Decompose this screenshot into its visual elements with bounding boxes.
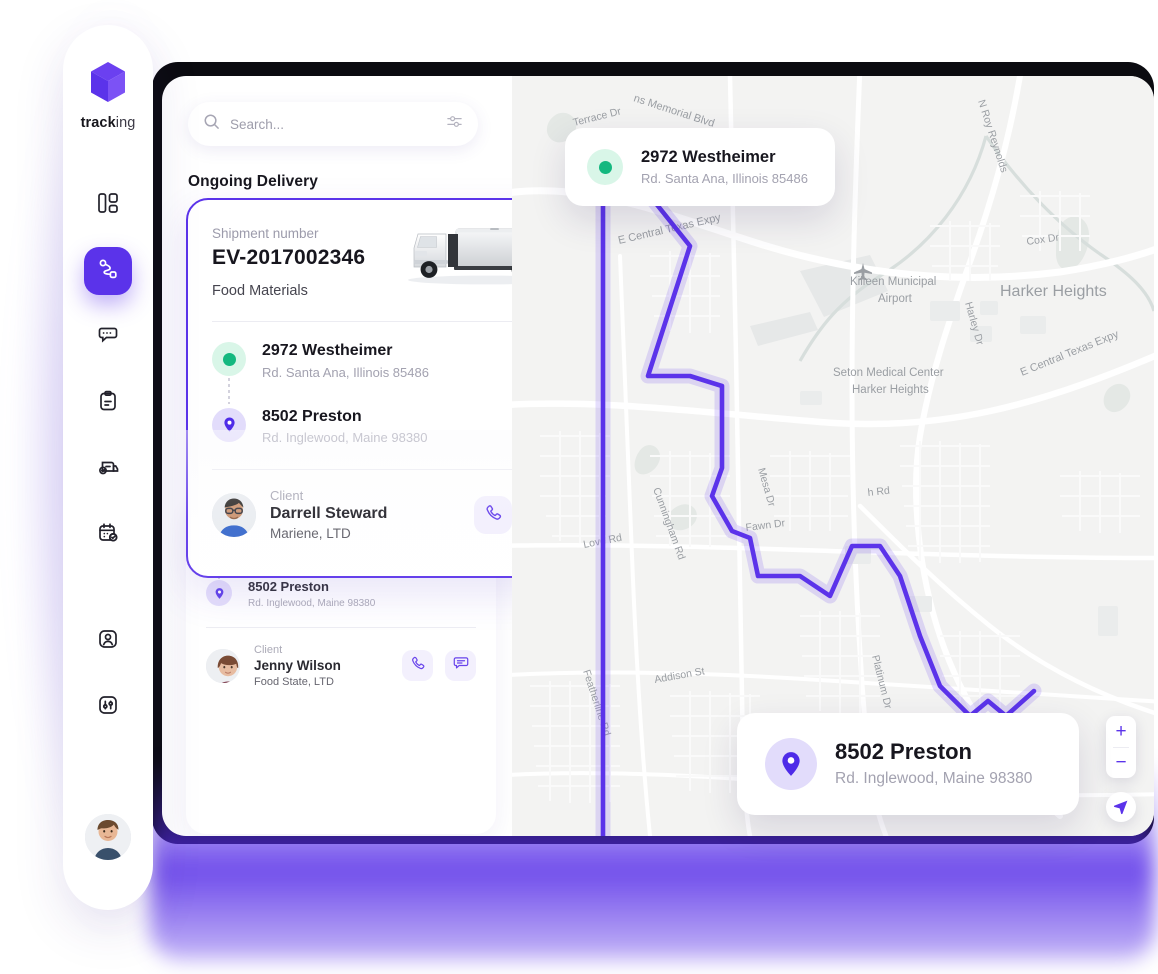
client-meta: Client Jenny Wilson Food State, LTD (254, 644, 341, 688)
delivery-card-active[interactable]: Shipment number EV-2017002346 Food Mater… (186, 198, 512, 578)
page-title: Ongoing Delivery (188, 173, 318, 190)
destination-name: 8502 Preston (262, 407, 362, 425)
user-card-icon (96, 627, 120, 656)
calendar-check-icon (96, 521, 120, 550)
zoom-out-button[interactable]: − (1106, 748, 1136, 779)
origin-dot (212, 342, 246, 376)
popup-destination-address: Rd. Inglewood, Maine 98380 (835, 770, 1033, 788)
popup-origin-name: 2972 Westheimer (641, 147, 776, 166)
route-stop-origin: 2972 Westheimer Rd. Santa Ana, Illinois … (212, 342, 512, 380)
sidebar-item-tracking[interactable] (84, 247, 132, 295)
sidebar-item-settings[interactable] (84, 683, 132, 731)
locate-button[interactable] (1106, 792, 1136, 822)
route-tracking-icon (96, 257, 120, 286)
map-label: Harker Heights (1000, 283, 1107, 300)
sidebar-nav (84, 181, 132, 731)
route-stop-destination: 8502 Preston Rd. Inglewood, Maine 98380 (212, 407, 512, 446)
sidebar-item-profile[interactable] (84, 617, 132, 665)
sidebar-item-schedule[interactable] (84, 511, 132, 559)
client-avatar (206, 648, 240, 683)
destination-pin (206, 580, 232, 607)
brand-name-bold: track (80, 115, 116, 131)
brand-name-light: ing (115, 115, 136, 131)
sidebar-item-messages[interactable] (84, 313, 132, 361)
user-avatar[interactable] (85, 814, 131, 860)
origin-address: Rd. Santa Ana, Illinois 85486 (262, 364, 429, 380)
brand-name: tracking (81, 115, 136, 131)
client-label: Client (270, 488, 304, 504)
destination-address: Rd. Inglewood, Maine 98380 (262, 430, 428, 446)
destination-pin (765, 738, 817, 790)
map-label: Airport (878, 293, 913, 305)
map-label: Harker Heights (852, 384, 929, 396)
zoom-in-button[interactable]: + (1106, 716, 1136, 747)
route-connector (228, 378, 230, 404)
brand: tracking (81, 61, 136, 131)
sidebar-item-orders[interactable] (84, 379, 132, 427)
client-row: Client Jenny Wilson Food State, LTD (206, 644, 476, 688)
destination-address: Rd. Inglewood, Maine 98380 (248, 597, 376, 609)
clipboard-icon (96, 389, 120, 418)
popup-destination-name: 8502 Preston (835, 738, 972, 764)
cube-logo-icon (88, 61, 128, 103)
route-stops: 2972 Westheimer Rd. Santa Ana, Illinois … (212, 342, 512, 445)
client-name: Darrell Steward (270, 505, 388, 523)
phone-icon (484, 503, 503, 527)
destination-name: 8502 Preston (248, 579, 329, 595)
navigate-arrow-icon (1113, 799, 1129, 815)
client-label: Client (254, 643, 283, 656)
sidebar-item-fleet[interactable] (84, 445, 132, 493)
divider (212, 321, 512, 322)
call-button[interactable] (402, 650, 433, 682)
map-label: Killeen Municipal (850, 276, 936, 288)
origin-dot (587, 149, 623, 185)
search-icon (203, 113, 220, 135)
search-box[interactable] (188, 102, 478, 146)
search-input[interactable] (230, 116, 436, 132)
route-stop-destination: 8502 Preston Rd. Inglewood, Maine 98380 (206, 579, 476, 609)
call-button[interactable] (474, 495, 512, 534)
truck-check-icon (96, 455, 120, 484)
origin-name: 2972 Westheimer (262, 342, 393, 359)
sliders-settings-icon (96, 693, 120, 722)
divider (206, 626, 476, 628)
map-label: Seton Medical Center (833, 367, 944, 379)
map-label: h Rd (867, 485, 890, 499)
delivery-list-panel: Ongoing Delivery Shipment number EV-2017… (162, 76, 512, 836)
truck-illustration (398, 218, 512, 288)
divider (212, 469, 512, 471)
search-bar (188, 102, 478, 146)
client-company: Mariene, LTD (270, 526, 351, 542)
map-popup-destination[interactable]: 8502 Preston Rd. Inglewood, Maine 98380 (737, 713, 1079, 815)
app-root: tracking Search... Ongoing Delivery Ship… (0, 0, 1158, 974)
client-company: Food State, LTD (254, 675, 334, 688)
phone-icon (410, 655, 426, 676)
destination-pin (212, 407, 246, 442)
chat-bubble-icon (96, 323, 120, 352)
popup-origin-address: Rd. Santa Ana, Illinois 85486 (641, 171, 808, 187)
client-actions (474, 495, 512, 534)
client-avatar (212, 492, 256, 537)
sidebar: tracking (63, 25, 153, 910)
client-actions (402, 650, 476, 682)
filter-sliders-icon[interactable] (446, 113, 463, 135)
message-icon (453, 655, 469, 676)
message-button[interactable] (445, 650, 476, 682)
map-popup-origin[interactable]: 2972 Westheimer Rd. Santa Ana, Illinois … (565, 128, 835, 206)
client-meta: Client Darrell Steward Mariene, LTD (270, 488, 387, 541)
sidebar-item-dashboard[interactable] (84, 181, 132, 229)
client-row: Client Darrell Steward Mariene, LTD (212, 488, 512, 541)
destination-pin-icon (782, 752, 800, 776)
map-zoom-controls: + − (1106, 716, 1136, 778)
client-name: Jenny Wilson (254, 657, 341, 673)
dashboard-layout-icon (96, 191, 120, 220)
